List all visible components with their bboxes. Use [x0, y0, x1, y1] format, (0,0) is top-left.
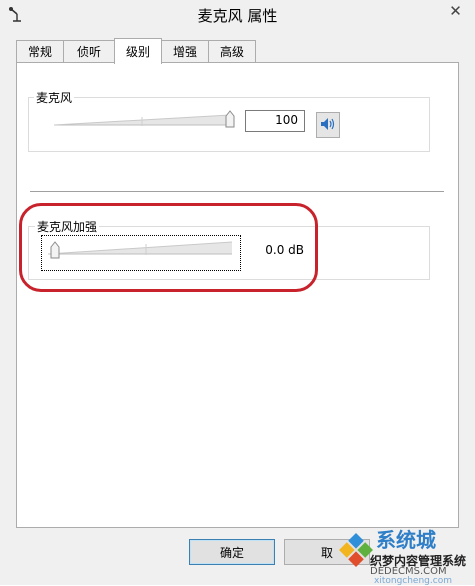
- close-icon: ✕: [449, 2, 462, 20]
- speaker-icon: [320, 117, 336, 134]
- tab-general[interactable]: 常规: [16, 40, 64, 62]
- tab-label: 高级: [219, 45, 244, 59]
- title-bar: 麦克风 属性 ✕: [0, 0, 475, 30]
- microphone-level-field[interactable]: 100: [245, 110, 305, 132]
- tab-label: 增强: [172, 45, 197, 59]
- ok-button-label: 确定: [219, 545, 244, 560]
- watermark: 系统城 织梦内容管理系统 DEDECMS.COM xitongcheng.com: [330, 520, 475, 586]
- microphone-slider-thumb[interactable]: [225, 110, 235, 128]
- microphone-group-label: 麦克风: [34, 89, 75, 106]
- close-button[interactable]: ✕: [436, 0, 475, 22]
- tab-advanced[interactable]: 高级: [208, 40, 256, 62]
- ok-button[interactable]: 确定: [189, 539, 275, 565]
- tab-listen[interactable]: 侦听: [63, 40, 115, 62]
- window-title: 麦克风 属性: [197, 7, 278, 25]
- watermark-title: 系统城: [376, 528, 436, 552]
- tab-label: 级别: [125, 45, 150, 59]
- highlight-annotation: [19, 203, 318, 292]
- tab-label: 常规: [27, 45, 52, 59]
- tab-enhancements[interactable]: 增强: [161, 40, 209, 62]
- separator: [30, 191, 444, 192]
- mute-toggle-button[interactable]: [316, 112, 340, 138]
- microphone-level-slider[interactable]: [52, 111, 238, 129]
- tab-levels[interactable]: 级别: [114, 38, 162, 64]
- tab-label: 侦听: [76, 45, 101, 59]
